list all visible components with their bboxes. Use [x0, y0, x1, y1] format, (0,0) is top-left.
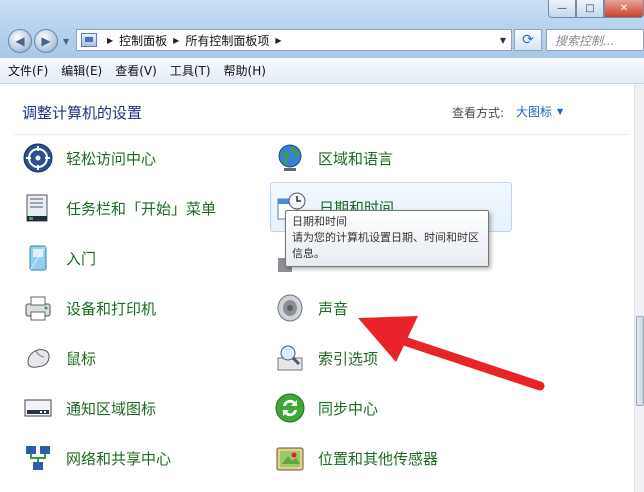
- breadcrumb-all-items[interactable]: 所有控制面板项: [185, 32, 269, 49]
- item-label: 同步中心: [318, 399, 379, 418]
- mouse-icon: [20, 340, 56, 376]
- breadcrumb-chevron-icon[interactable]: ▶: [275, 36, 281, 45]
- item-label: 鼠标: [66, 349, 97, 368]
- breadcrumb-chevron-icon[interactable]: ▶: [173, 36, 179, 45]
- tooltip-description: 请为您的计算机设置日期、时间和时区信息。: [292, 231, 479, 260]
- menu-file[interactable]: 文件(F): [8, 62, 48, 79]
- tooltip-date-time: 日期和时间 请为您的计算机设置日期、时间和时区信息。: [285, 210, 489, 267]
- menu-tools[interactable]: 工具(T): [170, 62, 211, 79]
- search-placeholder: 搜索控制...: [555, 33, 615, 48]
- ease-of-access-icon: [20, 140, 56, 176]
- menu-bar: 文件(F) 编辑(E) 查看(V) 工具(T) 帮助(H): [0, 58, 644, 84]
- address-bar[interactable]: ▶ 控制面板 ▶ 所有控制面板项 ▶ ▼: [76, 29, 512, 51]
- scroll-thumb[interactable]: [636, 316, 644, 406]
- caption-buttons: — □ ✕: [548, 0, 644, 18]
- list-item-getting-started[interactable]: 入门: [20, 238, 96, 278]
- refresh-icon: ⟳: [522, 32, 534, 48]
- list-item-mouse[interactable]: 鼠标: [20, 338, 96, 378]
- list-item-notification-area-icons[interactable]: 通知区域图标: [20, 388, 156, 428]
- sync-icon: [272, 390, 308, 426]
- item-label: 索引选项: [318, 349, 379, 368]
- tooltip-title: 日期和时间: [292, 215, 347, 228]
- getting-started-icon: [20, 240, 56, 276]
- globe-icon: [272, 140, 308, 176]
- item-label: 任务栏和「开始」菜单: [66, 199, 217, 218]
- menu-help[interactable]: 帮助(H): [224, 62, 266, 79]
- notification-area-icon: [20, 390, 56, 426]
- network-icon: [20, 440, 56, 476]
- list-item-taskbar-start-menu[interactable]: 任务栏和「开始」菜单: [20, 188, 216, 228]
- arrow-right-icon: ▶: [41, 34, 51, 48]
- breadcrumb-control-panel[interactable]: 控制面板: [119, 32, 167, 49]
- address-dropdown-icon[interactable]: ▼: [495, 30, 511, 50]
- arrow-left-icon: ◀: [15, 34, 25, 48]
- view-by-label: 查看方式:: [452, 106, 505, 120]
- breadcrumb-chevron-icon[interactable]: ▶: [107, 36, 113, 45]
- list-item-sound[interactable]: 声音: [272, 288, 348, 328]
- recent-pages-dropdown[interactable]: ▼: [63, 37, 69, 46]
- list-item-region-language[interactable]: 区域和语言: [272, 138, 393, 178]
- item-label: 声音: [318, 299, 349, 318]
- forward-button[interactable]: ▶: [34, 29, 58, 53]
- item-label: 入门: [66, 249, 97, 268]
- list-item-indexing-options[interactable]: 索引选项: [272, 338, 378, 378]
- location-sensor-icon: [272, 440, 308, 476]
- minimize-button[interactable]: —: [548, 0, 576, 18]
- item-label: 设备和打印机: [66, 299, 157, 318]
- list-item-devices-printers[interactable]: 设备和打印机: [20, 288, 156, 328]
- list-item-network-sharing-center[interactable]: 网络和共享中心: [20, 438, 171, 478]
- item-label: 轻松访问中心: [66, 149, 157, 168]
- divider: [14, 134, 628, 135]
- control-panel-content: 调整计算机的设置 查看方式: 大图标 ▼ 轻松访问中心 任务栏和「开始」菜单 入…: [0, 84, 634, 492]
- printer-icon: [20, 290, 56, 326]
- maximize-button[interactable]: □: [576, 0, 604, 18]
- indexing-icon: [272, 340, 308, 376]
- item-label: 位置和其他传感器: [318, 449, 439, 468]
- menu-view[interactable]: 查看(V): [115, 62, 157, 79]
- vertical-scrollbar[interactable]: [634, 84, 644, 492]
- speaker-icon: [272, 290, 308, 326]
- list-item-ease-of-access[interactable]: 轻松访问中心: [20, 138, 156, 178]
- page-title: 调整计算机的设置: [22, 104, 143, 122]
- chevron-down-icon: ▼: [63, 37, 70, 46]
- list-item-sync-center[interactable]: 同步中心: [272, 388, 378, 428]
- window-chrome: — □ ✕ ◀ ▶ ▼ ▶ 控制面板 ▶ 所有控制面板项 ▶ ▼ ⟳ 搜索控制.…: [0, 0, 644, 58]
- close-button[interactable]: ✕: [604, 0, 644, 18]
- refresh-button[interactable]: ⟳: [514, 29, 542, 51]
- item-label: 区域和语言: [318, 149, 394, 168]
- item-label: 网络和共享中心: [66, 449, 172, 468]
- item-label: 通知区域图标: [66, 399, 157, 418]
- control-panel-icon: [81, 33, 97, 47]
- back-button[interactable]: ◀: [8, 29, 32, 53]
- list-item-location-sensors[interactable]: 位置和其他传感器: [272, 438, 438, 478]
- chevron-down-icon[interactable]: ▼: [557, 107, 563, 116]
- taskbar-icon: [20, 190, 56, 226]
- view-by-dropdown[interactable]: 大图标: [516, 103, 552, 120]
- search-input[interactable]: 搜索控制...: [546, 29, 644, 51]
- menu-edit[interactable]: 编辑(E): [61, 62, 102, 79]
